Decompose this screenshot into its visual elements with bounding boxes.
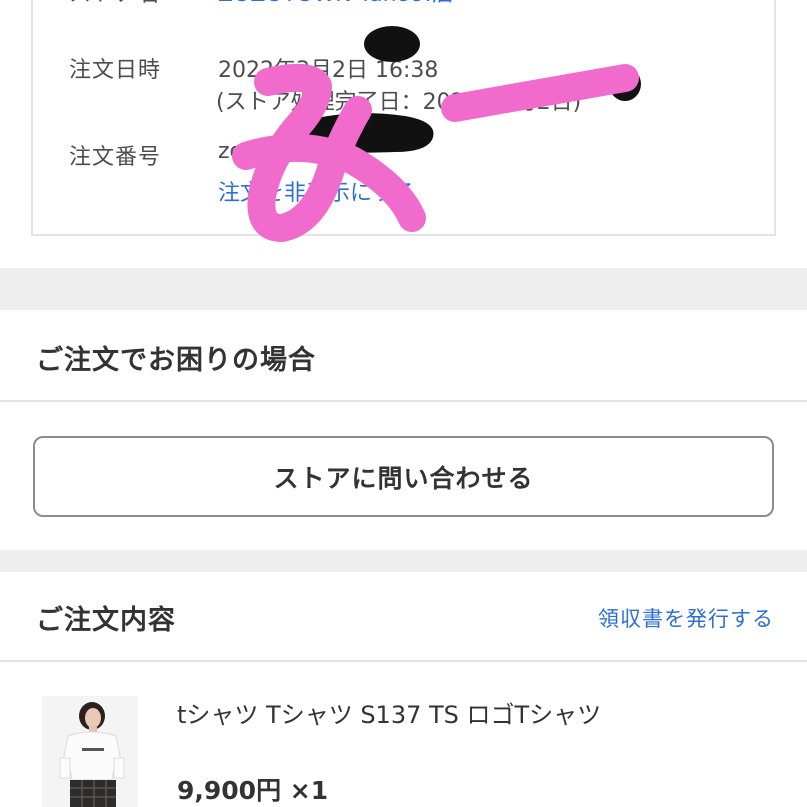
order-detail-page: ストア名 ZOZOTOWN Yahoo!店 注文日時 2022年3月2日 16:… xyxy=(0,0,807,807)
order-contents-title: ご注文内容 xyxy=(36,605,176,636)
hide-order-link[interactable]: 注文を非表示にする xyxy=(218,175,416,207)
product-name[interactable]: tシャツ Tシャツ S137 TS ロゴTシャツ xyxy=(177,695,601,730)
divider xyxy=(0,400,807,402)
help-section-title: ご注文でお困りの場合 xyxy=(36,345,316,376)
divider xyxy=(0,660,807,662)
product-image[interactable] xyxy=(42,696,138,807)
contact-store-button[interactable]: ストアに問い合わせる xyxy=(33,436,774,517)
order-date-label: 注文日時 xyxy=(69,58,162,83)
section-gap xyxy=(0,550,807,572)
order-date-value: 2022年3月2日 16:38 xyxy=(218,58,439,83)
store-name-link[interactable]: ZOZOTOWN Yahoo!店 xyxy=(218,0,454,8)
product-price: 9,900円 ×1 xyxy=(177,776,329,805)
order-info-card: ストア名 ZOZOTOWN Yahoo!店 注文日時 2022年3月2日 16:… xyxy=(31,0,776,236)
section-gap xyxy=(0,268,807,310)
store-name-label: ストア名 xyxy=(69,0,161,8)
product-photo xyxy=(42,696,138,807)
order-number-label: 注文番号 xyxy=(69,145,162,170)
order-number-value: zozo-2 xyxy=(218,139,291,164)
store-process-date: (ストア処理完了日：2022年3月2日) xyxy=(216,90,582,115)
issue-receipt-link[interactable]: 領収書を発行する xyxy=(598,603,774,633)
